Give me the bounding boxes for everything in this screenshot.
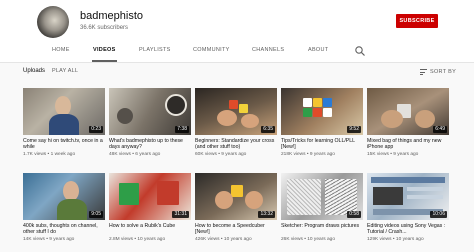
tab-playlists[interactable]: PLAYLISTS (139, 40, 171, 60)
sort-icon (420, 69, 427, 75)
video-title[interactable]: Beginners: Standardize your cross (and o… (195, 138, 277, 151)
video-duration: 6:35 (261, 126, 275, 133)
video-title[interactable]: Tips/Tricks for learning OLL/PLL [New!] (281, 138, 363, 151)
tab-community[interactable]: COMMUNITY (193, 40, 230, 60)
channel-tabs: HOME VIDEOS PLAYLISTS COMMUNITY CHANNELS… (0, 40, 474, 62)
video-duration: 9:52 (347, 126, 361, 133)
video-title[interactable]: How to solve a Rubik's Cube (109, 223, 191, 236)
video-meta: 60K views • 9 years ago (195, 152, 247, 157)
uploads-label: Uploads (23, 68, 46, 74)
video-thumbnail[interactable]: 0:58 (281, 173, 363, 220)
tab-videos[interactable]: VIDEOS (92, 40, 117, 62)
video-meta: 1.7K views • 1 week ago (23, 152, 76, 157)
video-thumbnail[interactable]: 9:52 (281, 88, 363, 135)
video-meta: 426K views • 10 years ago (195, 237, 252, 242)
video-meta: 218K views • 9 years ago (281, 152, 335, 157)
video-title[interactable]: What's badmephisto up to these days anyw… (109, 138, 191, 151)
video-card[interactable]: 9:52 Tips/Tricks for learning OLL/PLL [N… (281, 88, 363, 157)
tab-home[interactable]: HOME (52, 40, 70, 60)
video-duration: 7:38 (175, 126, 189, 133)
video-title[interactable]: 400k subs, thoughts on channel, other st… (23, 223, 105, 236)
channel-avatar[interactable] (37, 6, 69, 38)
video-duration: 0:58 (347, 211, 361, 218)
video-thumbnail[interactable]: 9:05 (23, 173, 105, 220)
video-meta: 48K views • 6 years ago (109, 152, 161, 157)
subscriber-count: 36.6K subscribers (80, 25, 129, 31)
video-meta: 129K views • 10 years ago (367, 237, 424, 242)
video-thumbnail[interactable]: 6:35 (195, 88, 277, 135)
video-card[interactable]: 0:23 Come say hi on twitch.tv, once in a… (23, 88, 105, 157)
video-meta: 14K views • 9 years ago (23, 237, 75, 242)
video-card[interactable]: 10:06 Editing videos using Sony Vegas : … (367, 173, 449, 242)
video-title[interactable]: How to become a Speedcuber [New!] (195, 223, 277, 236)
video-thumbnail[interactable]: 13:32 (195, 173, 277, 220)
uploads-toolbar: Uploads PLAY ALL SORT BY (0, 66, 474, 80)
video-thumbnail[interactable]: 31:31 (109, 173, 191, 220)
video-title[interactable]: Sketcher: Program draws pictures (281, 223, 363, 236)
video-card[interactable]: 6:49 Mixed bag of things and my new iPho… (367, 88, 449, 157)
video-thumbnail[interactable]: 7:38 (109, 88, 191, 135)
video-card[interactable]: 13:32 How to become a Speedcuber [New!] … (195, 173, 277, 242)
play-all-button[interactable]: PLAY ALL (52, 68, 78, 74)
video-meta: 26K views • 10 years ago (281, 237, 335, 242)
tab-channels[interactable]: CHANNELS (252, 40, 284, 60)
subscribe-button[interactable]: SUBSCRIBE (396, 14, 438, 28)
sort-label: SORT BY (430, 69, 457, 75)
video-card[interactable]: 0:58 Sketcher: Program draws pictures 26… (281, 173, 363, 242)
video-thumbnail[interactable]: 6:49 (367, 88, 449, 135)
video-meta: 2.8M views • 10 years ago (109, 237, 166, 242)
channel-name[interactable]: badmephisto (80, 10, 143, 22)
video-card[interactable]: 31:31 How to solve a Rubik's Cube 2.8M v… (109, 173, 191, 242)
video-card[interactable]: 9:05 400k subs, thoughts on channel, oth… (23, 173, 105, 242)
video-duration: 9:05 (89, 211, 103, 218)
video-duration: 10:06 (430, 211, 447, 218)
sort-by-button[interactable]: SORT BY (420, 69, 456, 75)
video-title[interactable]: Editing videos using Sony Vegas : Tutori… (367, 223, 449, 236)
video-card[interactable]: 7:38 What's badmephisto up to these days… (109, 88, 191, 157)
channel-header: badmephisto 36.6K subscribers SUBSCRIBE … (0, 0, 474, 62)
search-icon[interactable] (354, 44, 366, 56)
video-duration: 0:23 (89, 126, 103, 133)
video-duration: 31:31 (172, 211, 189, 218)
tab-about[interactable]: ABOUT (308, 40, 328, 60)
video-meta: 15K views • 9 years ago (367, 152, 419, 157)
header-divider (0, 62, 474, 63)
video-duration: 6:49 (433, 126, 447, 133)
video-card[interactable]: 6:35 Beginners: Standardize your cross (… (195, 88, 277, 157)
video-thumbnail[interactable]: 0:23 (23, 88, 105, 135)
video-title[interactable]: Come say hi on twitch.tv, once in a whil… (23, 138, 105, 151)
video-thumbnail[interactable]: 10:06 (367, 173, 449, 220)
video-duration: 13:32 (258, 211, 275, 218)
video-title[interactable]: Mixed bag of things and my new iPhone ap… (367, 138, 449, 151)
